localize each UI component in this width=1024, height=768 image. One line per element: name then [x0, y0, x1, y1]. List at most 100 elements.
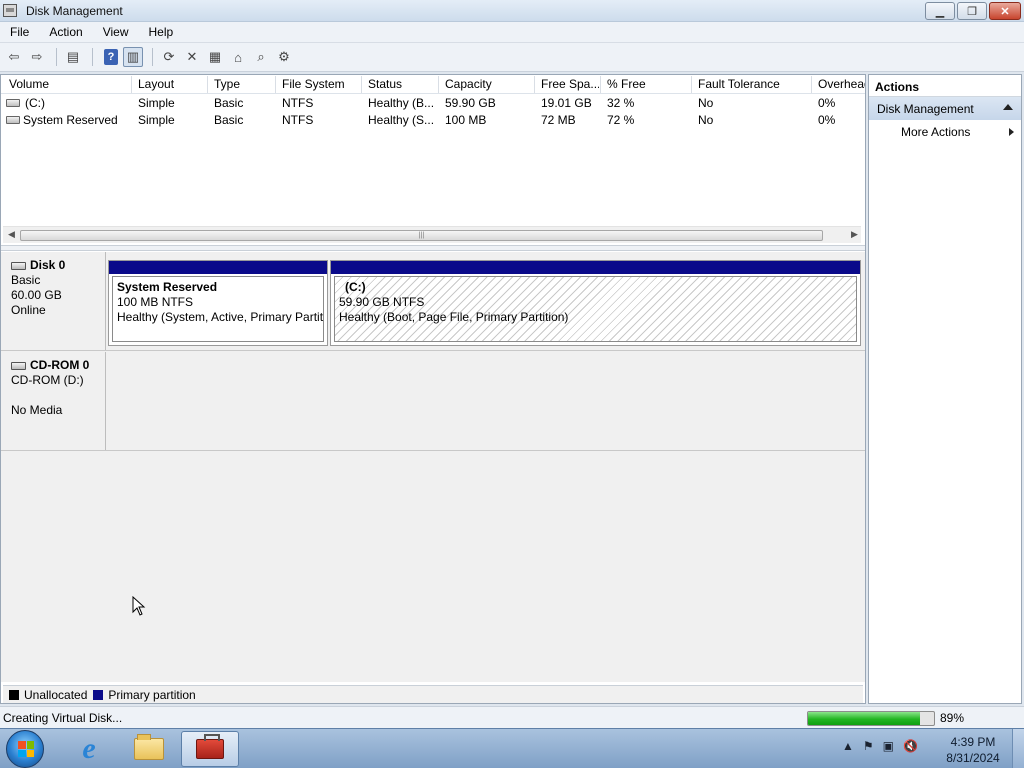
- cd-media-state: No Media: [11, 403, 63, 417]
- hard-disk-icon: [11, 262, 26, 270]
- disk-size: 60.00 GB: [11, 288, 62, 302]
- window-title: Disk Management: [26, 4, 123, 18]
- cd-rom-icon: [11, 362, 26, 370]
- volume-muted-icon[interactable]: 🔇: [903, 739, 918, 753]
- column-header-capacity[interactable]: Capacity: [445, 77, 533, 91]
- close-button[interactable]: ✕: [989, 2, 1021, 20]
- menu-view[interactable]: View: [93, 25, 139, 39]
- column-header-status[interactable]: Status: [368, 77, 437, 91]
- disk-graphical-view: Disk 0 Basic 60.00 GB Online System Rese…: [1, 252, 865, 682]
- taskbar-clock[interactable]: 4:39 PM 8/31/2024: [940, 734, 1006, 766]
- volume-file-system: NTFS: [282, 96, 314, 110]
- taskbar-computer-management[interactable]: [181, 731, 239, 767]
- column-header-free-space[interactable]: Free Spa...: [541, 77, 599, 91]
- maximize-button[interactable]: ❐: [957, 2, 987, 20]
- column-header-file-system[interactable]: File System: [282, 77, 360, 91]
- clock-date: 8/31/2024: [946, 751, 1000, 765]
- disk-management-app-icon: [3, 4, 17, 17]
- toolbar-separator: [92, 48, 93, 66]
- disk-row: CD-ROM 0 CD-ROM (D:) No Media: [1, 352, 865, 451]
- volume-capacity: 100 MB: [445, 113, 487, 127]
- volume-layout: Simple: [138, 96, 175, 110]
- show-hidden-icons-icon[interactable]: ▲: [842, 739, 854, 753]
- volume-type: Basic: [214, 113, 244, 127]
- menu-action[interactable]: Action: [39, 25, 92, 39]
- volume-type: Basic: [214, 96, 244, 110]
- collapse-up-icon[interactable]: [1003, 104, 1013, 110]
- drive-icon: [6, 99, 20, 107]
- drive-icon: [6, 116, 20, 124]
- back-arrow-icon[interactable]: ⇦: [4, 47, 24, 67]
- partition-size: 59.90 GB NTFS: [339, 295, 425, 309]
- menu-help[interactable]: Help: [139, 25, 184, 39]
- table-row[interactable]: System Reserved Simple Basic NTFS Health…: [1, 112, 865, 129]
- disk-label[interactable]: CD-ROM 0 CD-ROM (D:) No Media: [1, 352, 106, 450]
- show-action-pane-icon[interactable]: ▥: [123, 47, 143, 67]
- volume-layout: Simple: [138, 113, 175, 127]
- toolbar-separator: [152, 48, 153, 66]
- legend-unallocated: Unallocated: [24, 687, 88, 702]
- disk-name: CD-ROM 0: [11, 358, 105, 373]
- menu-file[interactable]: File: [0, 25, 39, 39]
- toolbox-icon: [196, 734, 224, 759]
- column-header-fault-tolerance[interactable]: Fault Tolerance: [698, 77, 810, 91]
- partition-c[interactable]: (C:) 59.90 GB NTFS Healthy (Boot, Page F…: [330, 260, 861, 346]
- windows-logo-icon: [18, 741, 34, 757]
- actions-section-disk-management[interactable]: Disk Management: [869, 97, 1021, 120]
- partition-status: Healthy (Boot, Page File, Primary Partit…: [339, 310, 569, 324]
- column-header-overhead[interactable]: Overhead: [818, 77, 865, 91]
- partition-title: (C:): [345, 280, 366, 294]
- open-folder-icon[interactable]: ⌂: [228, 47, 248, 67]
- taskbar-internet-explorer[interactable]: e: [60, 731, 118, 767]
- more-actions-item[interactable]: More Actions: [869, 120, 1021, 142]
- forward-arrow-icon[interactable]: ⇨: [27, 47, 47, 67]
- pane-splitter[interactable]: [1, 245, 865, 251]
- volume-list-header: Volume Layout Type File System Status Ca…: [1, 75, 865, 94]
- delete-icon[interactable]: ✕: [182, 47, 202, 67]
- scroll-right-arrow-icon[interactable]: ▶: [851, 229, 858, 240]
- legend: Unallocated Primary partition: [3, 685, 863, 703]
- show-desktop-button[interactable]: [1012, 729, 1024, 768]
- volume-file-system: NTFS: [282, 113, 314, 127]
- show-hide-console-tree-icon[interactable]: ▤: [63, 47, 83, 67]
- more-actions-label: More Actions: [901, 125, 971, 139]
- minimize-button[interactable]: ▁: [925, 2, 955, 20]
- unallocated-swatch: [9, 689, 19, 700]
- refresh-icon[interactable]: ⟳: [159, 47, 179, 67]
- network-icon[interactable]: ▣: [883, 739, 894, 753]
- scroll-thumb[interactable]: |||: [20, 230, 823, 241]
- scroll-left-arrow-icon[interactable]: ◀: [8, 229, 15, 240]
- settings-icon[interactable]: ⚙: [274, 47, 294, 67]
- folder-icon: [134, 734, 164, 760]
- title-bar: Disk Management ▁ ❐ ✕: [0, 0, 1024, 22]
- start-button[interactable]: [6, 730, 44, 768]
- explore-magnifier-icon[interactable]: ⌕: [251, 47, 271, 67]
- taskbar-windows-explorer[interactable]: [120, 731, 178, 767]
- action-center-flag-icon[interactable]: ⚑: [863, 739, 874, 753]
- volume-name: System Reserved: [23, 113, 118, 127]
- volume-free-space: 19.01 GB: [541, 96, 592, 110]
- taskbar: e ▲ ⚑ ▣ 🔇 4:39 PM 8/31/2024: [0, 728, 1024, 768]
- column-header-layout[interactable]: Layout: [138, 77, 206, 91]
- actions-header: Actions: [869, 75, 1021, 97]
- progress-bar: [807, 711, 935, 726]
- properties-icon[interactable]: ▦: [205, 47, 225, 67]
- column-header-type[interactable]: Type: [214, 77, 274, 91]
- volume-overhead: 0%: [818, 96, 836, 110]
- horizontal-scrollbar[interactable]: ◀ ||| ▶: [3, 226, 861, 243]
- partition-system-reserved[interactable]: System Reserved 100 MB NTFS Healthy (Sys…: [108, 260, 328, 346]
- disk-label[interactable]: Disk 0 Basic 60.00 GB Online: [1, 252, 106, 350]
- help-icon[interactable]: ?: [104, 49, 118, 65]
- volume-name: (C:): [25, 96, 45, 110]
- volume-fault-tolerance: No: [698, 96, 714, 110]
- toolbar: ⇦ ⇨ ▤ ? ▥ ⟳ ✕ ▦ ⌂ ⌕ ⚙: [0, 43, 1024, 72]
- partition-body: (C:) 59.90 GB NTFS Healthy (Boot, Page F…: [334, 276, 857, 342]
- partition-status: Healthy (System, Active, Primary Partiti: [117, 310, 324, 324]
- column-header-percent-free[interactable]: % Free: [607, 77, 690, 91]
- table-row[interactable]: (C:) Simple Basic NTFS Healthy (B... 59.…: [1, 95, 865, 112]
- toolbar-separator: [56, 48, 57, 66]
- mouse-pointer-icon: [132, 596, 146, 616]
- column-header-volume[interactable]: Volume: [9, 77, 129, 91]
- notification-area: ▲ ⚑ ▣ 🔇: [842, 739, 918, 753]
- volume-fault-tolerance: No: [698, 113, 714, 127]
